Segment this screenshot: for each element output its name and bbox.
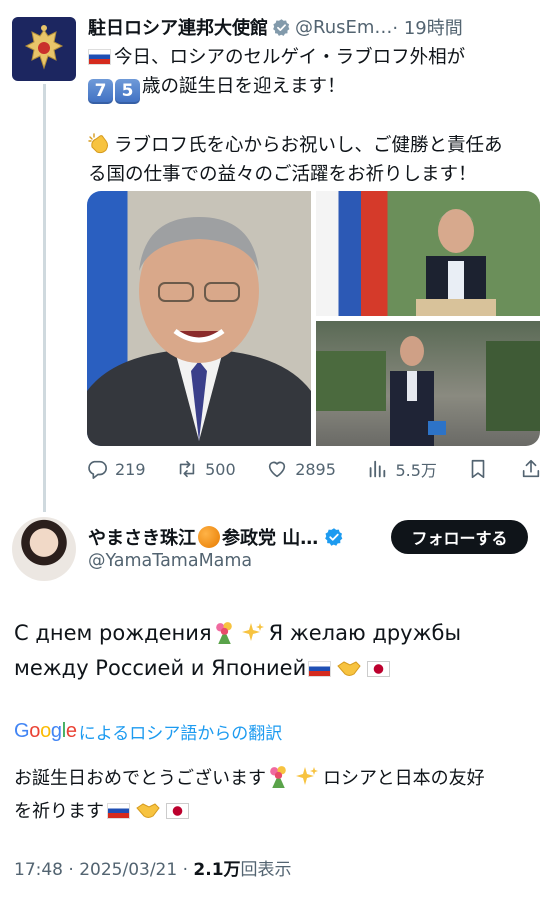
photo-lavrov-walking[interactable]: [316, 321, 540, 446]
reply-tweet-text: С днем рождения Я желаю дружбы между Рос…: [14, 616, 544, 686]
bouquet-icon: [215, 622, 232, 644]
tweet-meta: 17:48 · 2025/03/21 · 2.1万回表示: [14, 855, 292, 880]
japan-flag-icon: [166, 803, 189, 819]
text-line-1: 今日、ロシアのセルゲイ・ラブロフ外相が: [114, 47, 466, 68]
like-action[interactable]: 2895: [266, 458, 336, 480]
text-line-3: ラブロフ氏を心からお祝いし、ご健勝と責任あ: [114, 135, 503, 156]
translated-line-1b: ロシアと日本の友好: [323, 768, 485, 789]
embassy-avatar[interactable]: [12, 17, 76, 81]
clapping-hands-icon: [88, 133, 108, 154]
tweet-action-bar: 219 500 2895 5.5万: [86, 454, 542, 484]
text-line-4: る国の仕事での益々のご活躍をお祈りします！: [88, 163, 477, 185]
bookmark-icon: [472, 459, 485, 479]
tweet-time[interactable]: · 19時間: [392, 14, 462, 40]
orange-circle-icon: [198, 526, 220, 548]
author-name[interactable]: 駐日ロシア連邦大使館: [88, 14, 268, 40]
author-handle[interactable]: @RusEm…: [295, 17, 392, 38]
keycap-7-icon: 7: [88, 78, 113, 104]
views-count: 5.5万: [395, 461, 437, 480]
reply-author-name-part-1: やまさき珠江: [88, 528, 196, 549]
google-logo: Google: [14, 719, 77, 742]
reply-author-name-part-2: 参政党 山…: [222, 528, 319, 549]
reply-count: 219: [115, 459, 146, 479]
walking-illustration: [316, 336, 540, 446]
views-icon: [370, 460, 386, 478]
verified-badge-icon: [273, 18, 290, 36]
handshake-icon: [337, 661, 361, 676]
sparkles-icon: [241, 623, 264, 641]
translation-label[interactable]: によるロシア語からの翻訳: [79, 719, 283, 744]
russian-coat-of-arms-icon: [24, 25, 64, 70]
handshake-icon: [136, 803, 160, 818]
reply-author-name[interactable]: やまさき珠江 参政党 山…: [88, 524, 318, 550]
repost-count: 500: [205, 459, 236, 479]
like-count: 2895: [295, 459, 336, 479]
japan-flag-icon: [367, 661, 391, 677]
sparkles-icon: [296, 767, 318, 785]
follow-button[interactable]: フォローする: [391, 520, 528, 554]
user-avatar[interactable]: [12, 517, 76, 581]
translation-attribution[interactable]: Google によるロシア語からの翻訳: [14, 716, 282, 746]
tweet-media-grid[interactable]: [87, 191, 540, 446]
photo-lavrov-podium[interactable]: [316, 191, 540, 316]
podium-illustration: [416, 209, 496, 316]
translated-line-2: を祈ります: [14, 801, 104, 822]
bouquet-icon: [270, 766, 286, 788]
views-label: 回表示: [240, 860, 292, 880]
translated-line-1a: お誕生日おめでとうございます: [14, 768, 266, 789]
reply-text-line-2: между Россией и Японией: [14, 656, 307, 680]
like-icon: [269, 461, 286, 478]
verified-badge-icon: [325, 528, 343, 546]
thread-connector-line: [43, 84, 46, 512]
reply-action[interactable]: 219: [86, 458, 146, 480]
reply-author-handle[interactable]: @YamaTamaMama: [88, 551, 252, 571]
bookmark-action[interactable]: [467, 458, 489, 480]
reply-tweet-header: やまさき珠江 参政党 山…: [88, 522, 344, 552]
views-action[interactable]: 5.5万: [366, 457, 437, 481]
translated-text: お誕生日おめでとうございます ロシアと日本の友好 を祈ります: [14, 762, 544, 828]
reply-icon: [88, 460, 107, 479]
russia-flag-icon: [88, 49, 111, 65]
share-action[interactable]: [520, 458, 542, 480]
portrait-illustration: [87, 217, 311, 446]
tweet-timestamp[interactable]: 17:48 · 2025/03/21 ·: [14, 860, 188, 880]
repost-action[interactable]: 500: [176, 458, 236, 480]
views-total: 2.1万: [193, 860, 241, 880]
reply-text-line-1b: Я желаю дружбы: [268, 621, 462, 645]
russia-flag-icon: [107, 803, 130, 819]
text-line-2: 歳の誕生日を迎えます！: [142, 75, 346, 97]
parent-tweet-text: 今日、ロシアのセルゲイ・ラブロフ外相が 7 5 歳の誕生日を迎えます！ ラブロフ氏を…: [88, 44, 543, 189]
repost-icon: [179, 460, 195, 478]
parent-tweet-header: 駐日ロシア連邦大使館 @RusEm… · 19時間: [88, 12, 538, 42]
reply-text-line-1a: С днем рождения: [14, 621, 212, 645]
photo-lavrov-portrait[interactable]: [87, 191, 311, 446]
keycap-5-icon: 5: [115, 78, 140, 104]
share-icon: [522, 459, 540, 478]
russia-flag-icon: [308, 661, 332, 677]
